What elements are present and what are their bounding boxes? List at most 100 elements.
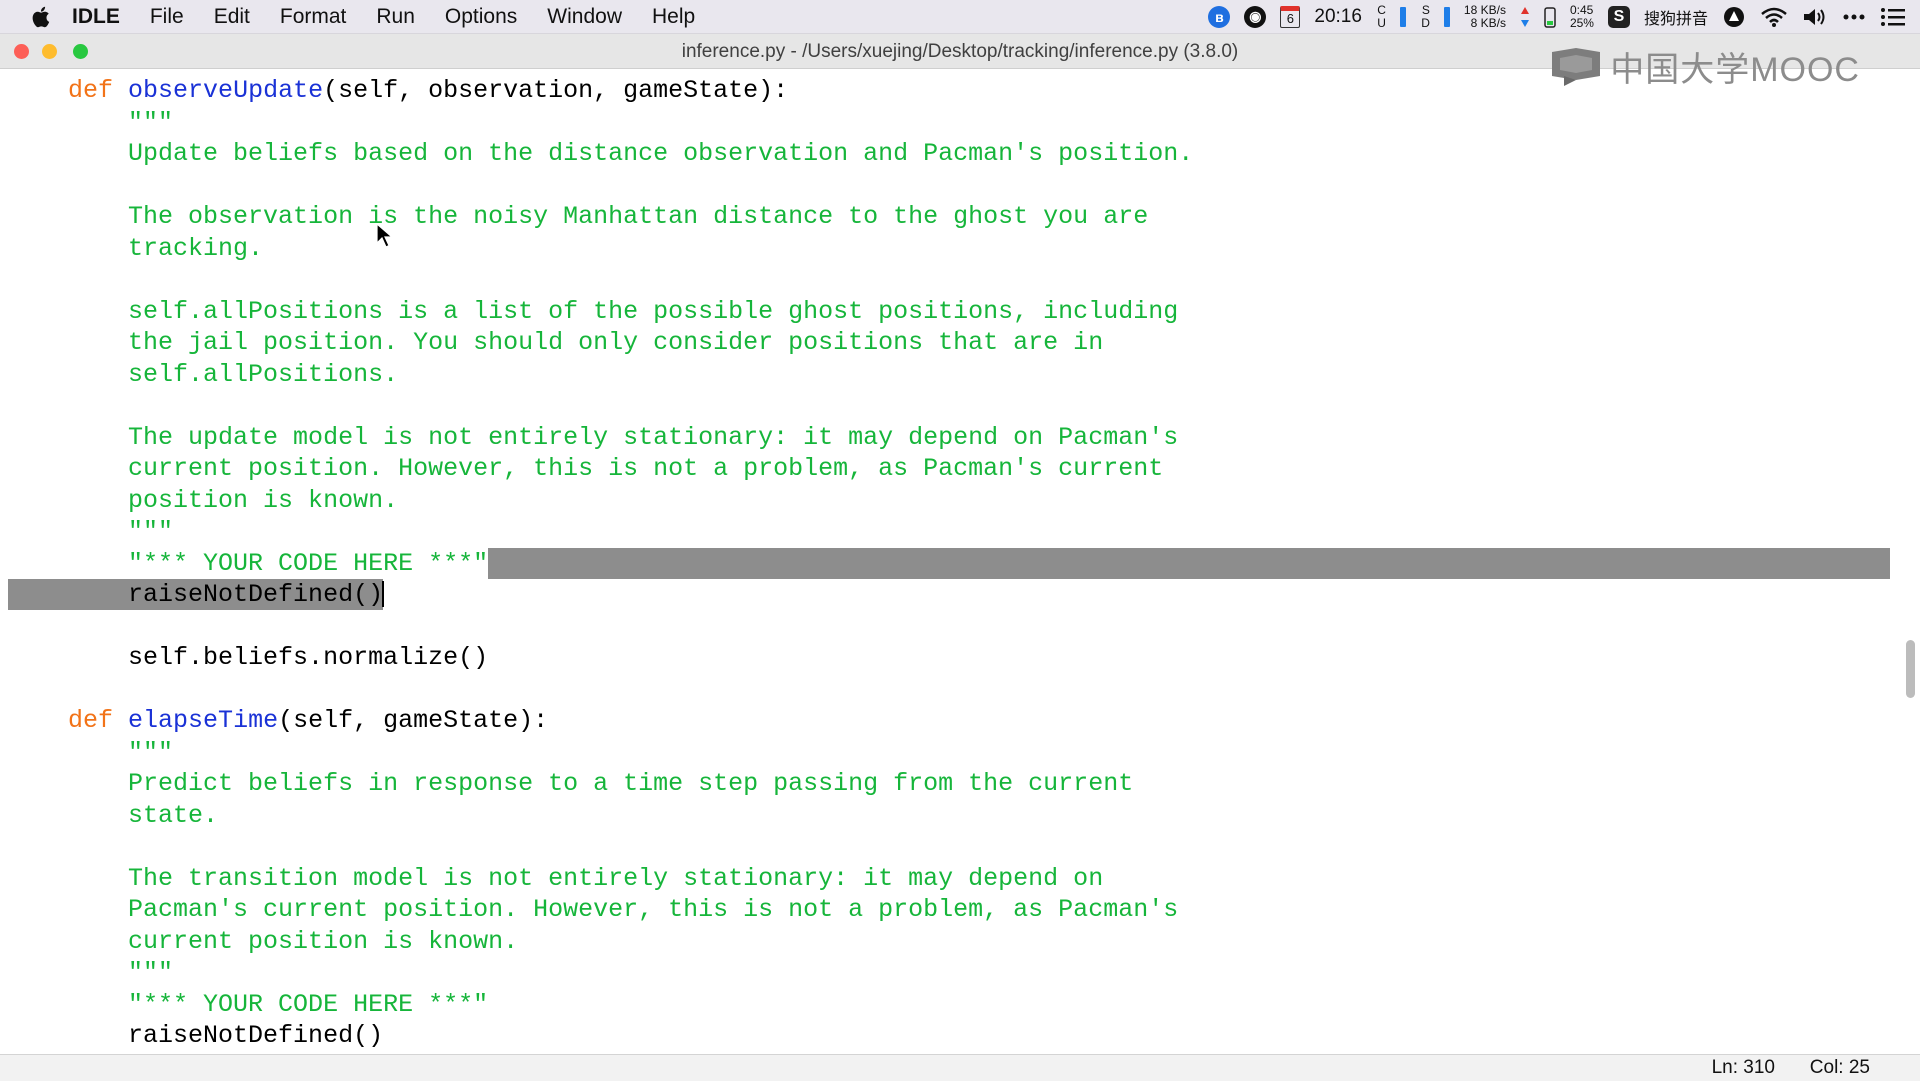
code-line[interactable]: current position is known. bbox=[8, 926, 1898, 957]
net-up: 18 KB/s bbox=[1463, 2, 1506, 17]
battery-icon[interactable] bbox=[1544, 5, 1556, 29]
code-line[interactable] bbox=[8, 390, 1898, 421]
code-line[interactable]: current position. However, this is not a… bbox=[8, 453, 1898, 484]
code-token: state. bbox=[128, 800, 219, 830]
code-line[interactable]: raiseNotDefined() bbox=[8, 1020, 1898, 1051]
code-token: self.allPositions is a list of the possi… bbox=[128, 296, 1179, 326]
calendar-icon[interactable]: 6 bbox=[1280, 5, 1301, 28]
code-token: """ bbox=[128, 737, 174, 767]
network-speed[interactable]: 18 KB/s 8 KB/s bbox=[1463, 2, 1506, 30]
code-line[interactable]: raiseNotDefined() bbox=[8, 579, 1898, 610]
code-line[interactable]: Pacman's current position. However, this… bbox=[8, 894, 1898, 925]
code-token: the jail position. You should only consi… bbox=[128, 328, 1104, 357]
code-line[interactable]: self.allPositions. bbox=[8, 359, 1898, 390]
volume-icon[interactable] bbox=[1802, 6, 1828, 28]
code-line[interactable]: the jail position. You should only consi… bbox=[8, 327, 1898, 358]
code-line[interactable] bbox=[8, 674, 1898, 705]
code-line[interactable]: """ bbox=[8, 107, 1898, 138]
menu-options[interactable]: Options bbox=[445, 5, 517, 29]
code-line[interactable] bbox=[8, 170, 1898, 201]
code-token: Pacman's current position. However, this… bbox=[128, 895, 1179, 924]
ssd-meter-icon[interactable] bbox=[1443, 6, 1450, 27]
battery-time: 0:45 bbox=[1569, 2, 1594, 17]
code-line[interactable]: "*** YOUR CODE HERE ***" bbox=[8, 989, 1898, 1020]
code-line[interactable]: def elapseTime(self, gameState): bbox=[8, 705, 1898, 736]
code-line[interactable]: self.allPositions is a list of the possi… bbox=[8, 296, 1898, 327]
code-editor[interactable]: def observeUpdate(self, observation, gam… bbox=[0, 69, 1920, 1054]
bluetooth-icon[interactable]: ʙ bbox=[1208, 5, 1231, 28]
code-token: elapseTime bbox=[128, 706, 279, 735]
vertical-scrollbar-thumb[interactable] bbox=[1906, 640, 1915, 698]
code-token: def bbox=[68, 706, 114, 735]
code-line[interactable]: """ bbox=[8, 957, 1898, 988]
code-token: """ bbox=[128, 517, 174, 546]
wifi-icon[interactable] bbox=[1760, 6, 1788, 28]
code-token: raiseNotDefined() bbox=[128, 580, 384, 609]
cpu-meter-icon[interactable] bbox=[1399, 6, 1406, 27]
code-line[interactable]: Update beliefs based on the distance obs… bbox=[8, 138, 1898, 169]
code-token: The observation is the noisy Manhattan d… bbox=[128, 202, 1149, 231]
code-line[interactable] bbox=[8, 831, 1898, 862]
code-token: """ bbox=[128, 958, 174, 987]
code-line[interactable]: position is known. bbox=[8, 485, 1898, 516]
mooc-watermark: 中国大学MOOC bbox=[1550, 44, 1860, 89]
code-token: current position is known. bbox=[128, 926, 519, 956]
status-area: ʙ ◉ 6 20:16 C U S D 18 KB/s 8 KB/s 0:45 … bbox=[1208, 0, 1906, 33]
menu-format[interactable]: Format bbox=[280, 5, 347, 29]
code-line[interactable]: self.beliefs.normalize() bbox=[8, 642, 1898, 673]
clock[interactable]: 20:16 bbox=[1314, 6, 1362, 28]
net-down: 8 KB/s bbox=[1470, 15, 1506, 30]
code-token: The transition model is not entirely sta… bbox=[128, 863, 1104, 893]
code-line[interactable] bbox=[8, 611, 1898, 642]
obs-icon[interactable]: ◉ bbox=[1244, 5, 1267, 28]
text-caret bbox=[382, 581, 385, 608]
code-token: """ bbox=[128, 107, 174, 137]
code-line[interactable]: The transition model is not entirely sta… bbox=[8, 863, 1898, 894]
menu-window[interactable]: Window bbox=[547, 5, 622, 29]
code-token: raiseNotDefined() bbox=[128, 1021, 384, 1050]
menu-file[interactable]: File bbox=[150, 5, 184, 29]
input-method[interactable]: 搜狗拼音 bbox=[1644, 5, 1708, 29]
code-line[interactable]: Predict beliefs in response to a time st… bbox=[8, 768, 1898, 799]
mouse-pointer-icon bbox=[376, 223, 394, 248]
apple-icon[interactable] bbox=[30, 5, 52, 29]
code-line[interactable]: """ bbox=[8, 737, 1898, 768]
code-line[interactable]: The update model is not entirely station… bbox=[8, 422, 1898, 453]
more-icon[interactable] bbox=[1842, 13, 1866, 21]
code-line[interactable]: The observation is the noisy Manhattan d… bbox=[8, 201, 1898, 232]
code-line[interactable] bbox=[8, 264, 1898, 295]
menu-help[interactable]: Help bbox=[652, 5, 695, 29]
code-line[interactable]: "*** YOUR CODE HERE ***" bbox=[8, 548, 1898, 579]
line-number: Ln: 310 bbox=[1711, 1057, 1775, 1078]
code-line[interactable]: """ bbox=[8, 516, 1898, 547]
battery-info[interactable]: 0:45 25% bbox=[1569, 2, 1594, 30]
code-line[interactable]: state. bbox=[8, 800, 1898, 831]
code-line[interactable]: tracking. bbox=[8, 233, 1898, 264]
menu-edit[interactable]: Edit bbox=[214, 5, 250, 29]
column-number: Col: 25 bbox=[1809, 1057, 1870, 1078]
code-token: "*** YOUR CODE HERE ***" bbox=[128, 548, 489, 578]
sogou-icon[interactable]: S bbox=[1607, 5, 1630, 28]
code-token: def bbox=[68, 76, 114, 105]
mooc-logo-icon bbox=[1552, 48, 1601, 86]
menu-run[interactable]: Run bbox=[376, 5, 415, 29]
notification-center-icon[interactable] bbox=[1880, 7, 1906, 27]
menu-idle[interactable]: IDLE bbox=[72, 5, 120, 29]
browser-icon[interactable] bbox=[1722, 5, 1746, 29]
